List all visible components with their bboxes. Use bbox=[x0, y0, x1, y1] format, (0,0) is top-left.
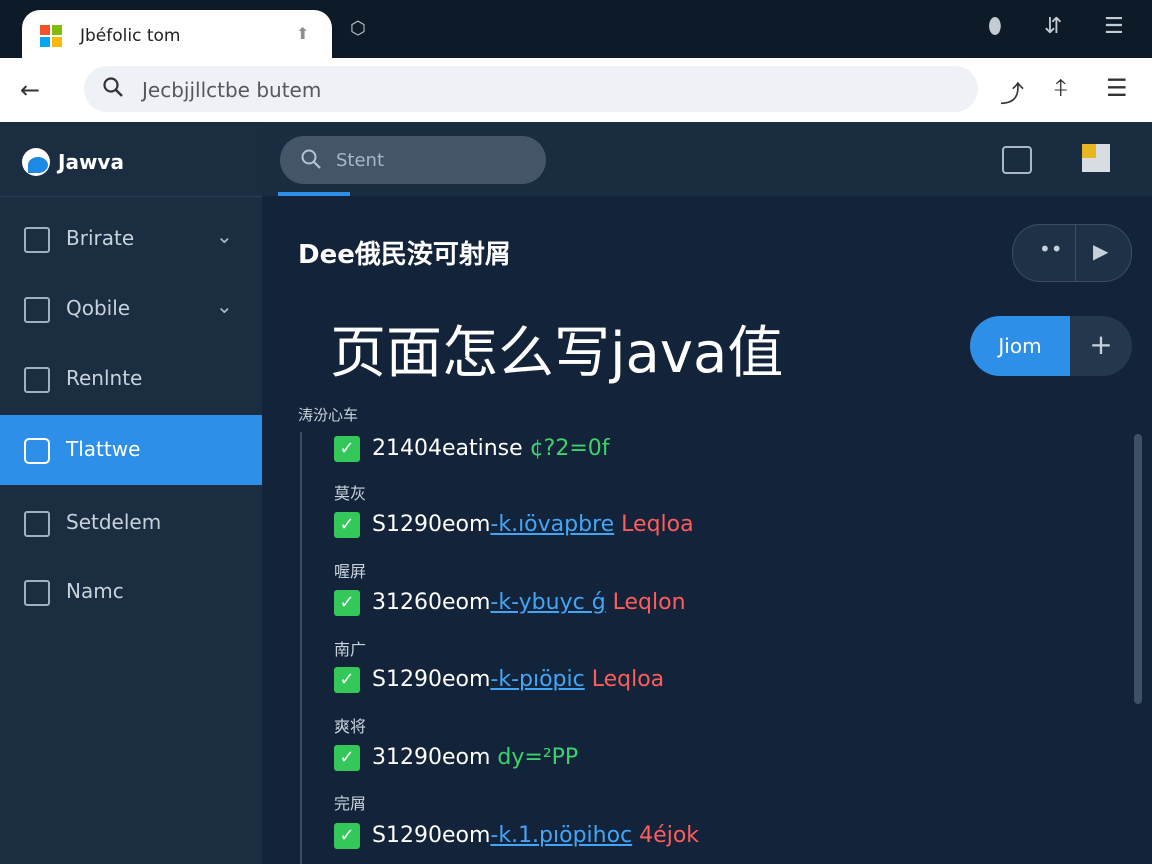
row-link[interactable]: -k-ybuyc ǵ bbox=[490, 590, 605, 615]
square-icon bbox=[24, 367, 50, 393]
brand-name: Jawva bbox=[58, 150, 124, 174]
row-code: 31290eom bbox=[372, 745, 491, 770]
add-button[interactable]: + bbox=[1070, 316, 1132, 376]
row-tail: dy=²PP bbox=[497, 745, 579, 770]
scrollbar[interactable] bbox=[1134, 434, 1142, 704]
row-code: S1290eom bbox=[372, 512, 491, 537]
tab-pin-icon[interactable]: ⬆ bbox=[296, 24, 309, 43]
sidebar-item-label: Setdelem bbox=[66, 510, 162, 534]
browser-menu-icon[interactable]: ☰ bbox=[1106, 74, 1128, 102]
menu-icon[interactable]: ☰ bbox=[1104, 14, 1124, 39]
book-icon bbox=[24, 227, 50, 253]
sidebar-item-label: Brirate bbox=[66, 226, 135, 250]
sidebar-divider bbox=[0, 196, 262, 197]
sidebar: Jawva Brirate ⌄ Qobile ⌄ Renlnte Tlattwe… bbox=[0, 122, 262, 864]
browser-tab-bar: Jbéfolic tom ⬆ ⬡ ⬮ ⇵ ☰ bbox=[0, 0, 1152, 58]
divider bbox=[1075, 225, 1076, 281]
group-label: 莫灰 bbox=[334, 484, 367, 503]
browser-tab[interactable]: Jbéfolic tom ⬆ bbox=[22, 10, 332, 58]
checkbox-checked-icon[interactable]: ✓ bbox=[334, 745, 360, 771]
search-icon bbox=[301, 149, 321, 169]
flowchart-icon bbox=[24, 297, 50, 323]
row-tail: 4éjok bbox=[639, 823, 700, 848]
row-text: S1290eom-k-pıöpic Leqloa bbox=[372, 667, 664, 692]
row-link[interactable]: -k-pıöpic bbox=[490, 667, 584, 692]
row-tail: Leqlon bbox=[612, 590, 686, 615]
chevron-down-icon: ⌄ bbox=[216, 224, 233, 248]
main-toolbar: Stent bbox=[262, 122, 1152, 196]
row-tail: Leqloa bbox=[621, 512, 694, 537]
primary-button[interactable]: Jiom bbox=[970, 316, 1070, 376]
share-icon[interactable]: ⇵ bbox=[1044, 14, 1062, 39]
avatar[interactable] bbox=[1082, 144, 1110, 172]
checkbox-checked-icon[interactable]: ✓ bbox=[334, 667, 360, 693]
row-tail: ¢?2=0f bbox=[529, 436, 610, 461]
address-bar: ← Jecbjjllctbe butem ⤴ ⍏ ☰ bbox=[0, 58, 1152, 122]
row-text: 21404eatinse ¢?2=0f bbox=[372, 436, 610, 461]
list-label: 涛汾心车 bbox=[298, 406, 359, 424]
tab-title: Jbéfolic tom bbox=[80, 26, 181, 46]
page-title: 页面怎么写java值 bbox=[330, 321, 784, 386]
row-code: S1290eom bbox=[372, 667, 491, 692]
row-link[interactable]: -k.ıövapbre bbox=[490, 512, 614, 537]
sidebar-item-label: Namc bbox=[66, 579, 124, 603]
search-icon bbox=[103, 77, 123, 97]
sidebar-item-brirate[interactable]: Brirate ⌄ bbox=[0, 204, 262, 274]
monitor-icon bbox=[24, 580, 50, 606]
checkbox-checked-icon[interactable]: ✓ bbox=[334, 512, 360, 538]
sidebar-item-qobile[interactable]: Qobile ⌄ bbox=[0, 274, 262, 344]
sidebar-item-label: Renlnte bbox=[66, 366, 143, 390]
search-placeholder: Stent bbox=[336, 150, 385, 171]
sidebar-item-tlattwe[interactable]: Tlattwe bbox=[0, 415, 262, 485]
tag-icon bbox=[24, 511, 50, 537]
row-text: 31290eom dy=²PP bbox=[372, 745, 578, 770]
row-text: S1290eom-k.ıövapbre Leqloa bbox=[372, 512, 694, 537]
search-input[interactable]: Stent bbox=[280, 136, 546, 184]
row-link[interactable]: -k.1.pıöpihoc bbox=[490, 823, 632, 848]
more-icon[interactable]: •• bbox=[1039, 237, 1063, 261]
back-arrow-icon[interactable]: ← bbox=[20, 76, 40, 104]
play-icon[interactable]: ▶ bbox=[1093, 239, 1108, 263]
checkbox-checked-icon[interactable]: ✓ bbox=[334, 823, 360, 849]
location-pin-icon[interactable]: ⬮ bbox=[988, 14, 1002, 39]
trend-icon[interactable]: ⤴ bbox=[1000, 74, 1024, 109]
sidebar-item-label: Tlattwe bbox=[66, 437, 141, 461]
checkbox-checked-icon[interactable]: ✓ bbox=[334, 436, 360, 462]
row-text: 31260eom-k-ybuyc ǵ Leqlon bbox=[372, 590, 686, 615]
group-label: 爽将 bbox=[334, 717, 367, 736]
new-tab-icon[interactable]: ⬡ bbox=[350, 18, 366, 39]
brand-logo-icon bbox=[22, 148, 50, 176]
row-code: 31260eom bbox=[372, 590, 491, 615]
address-input[interactable]: Jecbjjllctbe butem bbox=[84, 66, 978, 112]
group-label: 南广 bbox=[334, 640, 367, 659]
media-control[interactable]: •• ▶ bbox=[1012, 224, 1132, 282]
document-icon[interactable] bbox=[1002, 146, 1032, 174]
row-code: 21404eatinse bbox=[372, 436, 523, 461]
row-tail: Leqloa bbox=[591, 667, 665, 692]
group-label: 完屑 bbox=[334, 794, 367, 813]
group-label: 喔屛 bbox=[334, 562, 367, 581]
windows-logo-icon bbox=[40, 25, 62, 47]
main-content: Stent Dee俄民洝可射屑 •• ▶ 页面怎么写java值 Jiom + 涛… bbox=[262, 122, 1152, 864]
sidebar-item-renlnte[interactable]: Renlnte bbox=[0, 344, 262, 414]
sidebar-item-label: Qobile bbox=[66, 296, 131, 320]
section-title: Dee俄民洝可射屑 bbox=[298, 240, 511, 270]
sidebar-item-namc[interactable]: Namc bbox=[0, 557, 262, 627]
pin-icon[interactable]: ⍏ bbox=[1054, 74, 1068, 102]
tree-line bbox=[300, 432, 302, 864]
chevron-down-icon: ⌄ bbox=[216, 294, 233, 318]
row-text: S1290eom-k.1.pıöpihoc 4éjok bbox=[372, 823, 699, 848]
window-icon bbox=[24, 438, 50, 464]
active-tab-indicator bbox=[278, 192, 350, 196]
address-text: Jecbjjllctbe butem bbox=[142, 78, 322, 102]
checkbox-checked-icon[interactable]: ✓ bbox=[334, 590, 360, 616]
row-code: S1290eom bbox=[372, 823, 491, 848]
sidebar-item-setdelem[interactable]: Setdelem bbox=[0, 488, 262, 558]
